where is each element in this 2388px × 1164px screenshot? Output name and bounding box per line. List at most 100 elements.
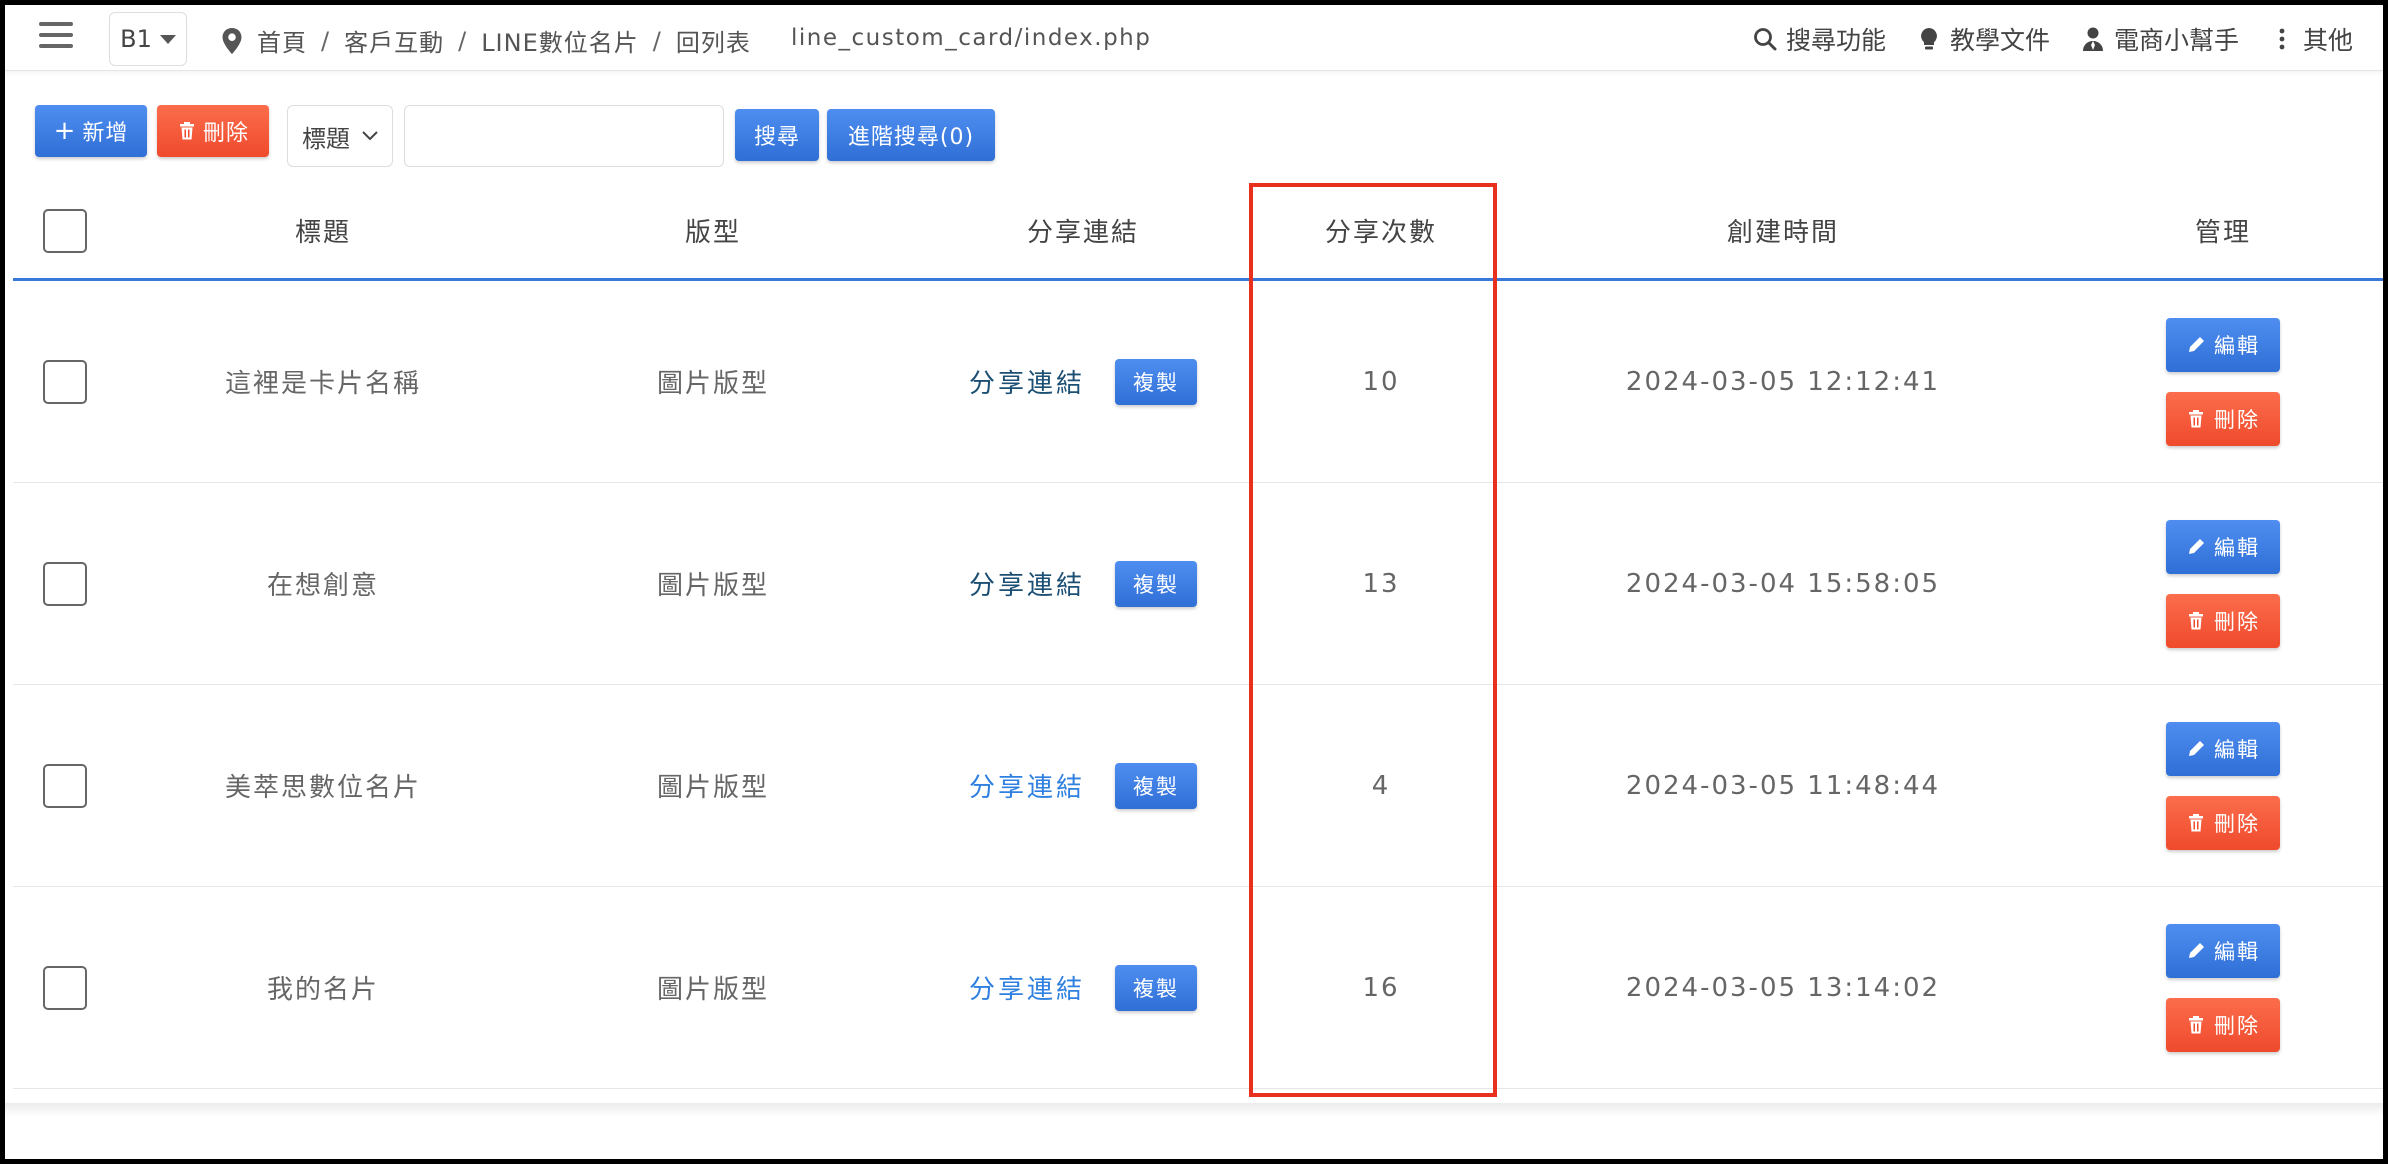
breadcrumb: 首頁 / 客戶互動 / LINE數位名片 / 回列表 xyxy=(221,23,751,58)
row-title: 我的名片 xyxy=(266,975,379,1005)
row-share-count: 4 xyxy=(1371,770,1391,801)
nav-search[interactable]: 搜尋功能 xyxy=(1752,21,1886,57)
app-window: B1 首頁 / 客戶互動 / LINE數位名片 / 回列表 line_custo… xyxy=(5,5,2383,1159)
search-input[interactable] xyxy=(404,105,724,167)
trash-icon xyxy=(2189,1015,2203,1033)
trash-icon xyxy=(2189,611,2203,629)
breadcrumb-home[interactable]: 首頁 xyxy=(257,23,307,58)
search-field-select[interactable]: 標題 xyxy=(287,105,393,167)
row-select-cell xyxy=(33,483,97,684)
table-row: 這裡是卡片名稱 圖片版型 分享連結 複製 10 2024-03-05 12:12… xyxy=(13,281,2383,483)
delete-button[interactable]: 刪除 xyxy=(2166,997,2280,1052)
share-link[interactable]: 分享連結 xyxy=(969,565,1085,602)
lightbulb-icon xyxy=(1921,28,1937,50)
table-footer-divider xyxy=(5,1103,2383,1117)
row-title: 美萃思數位名片 xyxy=(224,773,421,803)
page-path: line_custom_card/index.php xyxy=(791,25,1152,51)
row-actions: 編輯 刪除 xyxy=(2166,317,2280,446)
nav-other-label: 其他 xyxy=(2302,26,2353,55)
edit-button[interactable]: 編輯 xyxy=(2166,317,2280,372)
row-type: 圖片版型 xyxy=(656,773,769,803)
breadcrumb-separator: / xyxy=(458,26,468,55)
delete-button-label: 刪除 xyxy=(2214,811,2260,836)
edit-button-label: 編輯 xyxy=(2214,333,2260,358)
caret-down-icon xyxy=(159,34,176,44)
row-checkbox[interactable] xyxy=(43,561,87,606)
breadcrumb-separator: / xyxy=(321,26,331,55)
row-manage-cell: 編輯 刪除 xyxy=(2073,887,2373,1088)
breadcrumb-line-card[interactable]: LINE數位名片 xyxy=(481,23,639,58)
header-select-all-cell xyxy=(33,183,97,278)
card-table: 標題 版型 分享連結 分享次數 創建時間 管理 這裡是卡片名稱 圖片版型 分享連… xyxy=(13,183,2383,1089)
share-link[interactable]: 分享連結 xyxy=(969,969,1085,1006)
bulk-delete-label: 刪除 xyxy=(202,121,249,146)
nav-search-label: 搜尋功能 xyxy=(1785,26,1886,55)
delete-button-label: 刪除 xyxy=(2214,1013,2260,1038)
delete-button-label: 刪除 xyxy=(2214,407,2260,432)
header-created-time[interactable]: 創建時間 xyxy=(1493,183,2073,278)
advanced-search-label: 進階搜尋(0) xyxy=(847,125,975,150)
header-title[interactable]: 標題 xyxy=(113,183,533,278)
table-row: 美萃思數位名片 圖片版型 分享連結 複製 4 2024-03-05 11:48:… xyxy=(13,685,2383,887)
header-share-link[interactable]: 分享連結 xyxy=(873,183,1293,278)
row-created-time: 2024-03-04 15:58:05 xyxy=(1625,568,1941,599)
user-tie-icon xyxy=(2082,27,2103,51)
pencil-icon xyxy=(2189,336,2204,352)
row-manage-cell: 編輯 刪除 xyxy=(2073,685,2373,886)
share-link[interactable]: 分享連結 xyxy=(969,767,1085,804)
row-type: 圖片版型 xyxy=(656,975,769,1005)
copy-button[interactable]: 複製 xyxy=(1115,964,1197,1011)
row-actions: 編輯 刪除 xyxy=(2166,519,2280,648)
more-vertical-icon xyxy=(2279,28,2285,50)
search-button-label: 搜尋 xyxy=(753,125,800,150)
search-button[interactable]: 搜尋 xyxy=(735,109,819,161)
edit-button[interactable]: 編輯 xyxy=(2166,923,2280,978)
edit-button[interactable]: 編輯 xyxy=(2166,519,2280,574)
select-all-checkbox[interactable] xyxy=(43,208,87,253)
row-checkbox[interactable] xyxy=(43,763,87,808)
row-checkbox[interactable] xyxy=(43,359,87,404)
copy-button[interactable]: 複製 xyxy=(1115,358,1197,405)
plus-icon: + xyxy=(53,116,77,146)
map-pin-icon xyxy=(222,27,242,54)
row-type: 圖片版型 xyxy=(656,571,769,601)
delete-button[interactable]: 刪除 xyxy=(2166,391,2280,446)
add-button[interactable]: + 新增 xyxy=(35,105,147,157)
row-title: 這裡是卡片名稱 xyxy=(224,369,421,399)
row-select-cell xyxy=(33,887,97,1088)
advanced-search-button[interactable]: 進階搜尋(0) xyxy=(827,109,995,161)
header-type[interactable]: 版型 xyxy=(543,183,883,278)
trash-icon xyxy=(2189,813,2203,831)
row-created-time: 2024-03-05 11:48:44 xyxy=(1625,770,1941,801)
breadcrumb-back-to-list[interactable]: 回列表 xyxy=(676,23,751,58)
row-created-time: 2024-03-05 13:14:02 xyxy=(1625,972,1941,1003)
copy-button[interactable]: 複製 xyxy=(1115,560,1197,607)
nav-ecommerce-helper-label: 電商小幫手 xyxy=(2113,26,2239,55)
copy-button[interactable]: 複製 xyxy=(1115,762,1197,809)
edit-button[interactable]: 編輯 xyxy=(2166,721,2280,776)
nav-other[interactable]: 其他 xyxy=(2269,21,2353,57)
database-select[interactable]: B1 xyxy=(109,12,187,66)
row-select-cell xyxy=(33,281,97,482)
nav-ecommerce-helper[interactable]: 電商小幫手 xyxy=(2080,21,2239,57)
search-field-value: 標題 xyxy=(302,124,350,153)
breadcrumb-customer-interaction[interactable]: 客戶互動 xyxy=(344,23,444,58)
list-toolbar: + 新增 刪除 標題 搜尋 進階搜尋(0) xyxy=(29,101,1129,167)
share-link[interactable]: 分享連結 xyxy=(969,363,1085,400)
row-share-count: 16 xyxy=(1362,972,1400,1003)
bulk-delete-button[interactable]: 刪除 xyxy=(157,105,269,157)
trash-icon xyxy=(179,122,194,140)
chevron-down-icon xyxy=(362,131,378,141)
row-share-cell: 分享連結 複製 xyxy=(873,685,1293,886)
row-checkbox[interactable] xyxy=(43,965,87,1010)
pencil-icon xyxy=(2189,942,2204,958)
menu-toggle-icon[interactable] xyxy=(39,22,73,52)
row-title: 在想創意 xyxy=(266,571,379,601)
row-share-count: 13 xyxy=(1362,568,1400,599)
search-icon xyxy=(1754,28,1777,51)
nav-docs[interactable]: 教學文件 xyxy=(1916,21,2050,57)
header-share-count[interactable]: 分享次數 xyxy=(1257,183,1505,278)
edit-button-label: 編輯 xyxy=(2214,737,2260,762)
delete-button[interactable]: 刪除 xyxy=(2166,593,2280,648)
delete-button[interactable]: 刪除 xyxy=(2166,795,2280,850)
